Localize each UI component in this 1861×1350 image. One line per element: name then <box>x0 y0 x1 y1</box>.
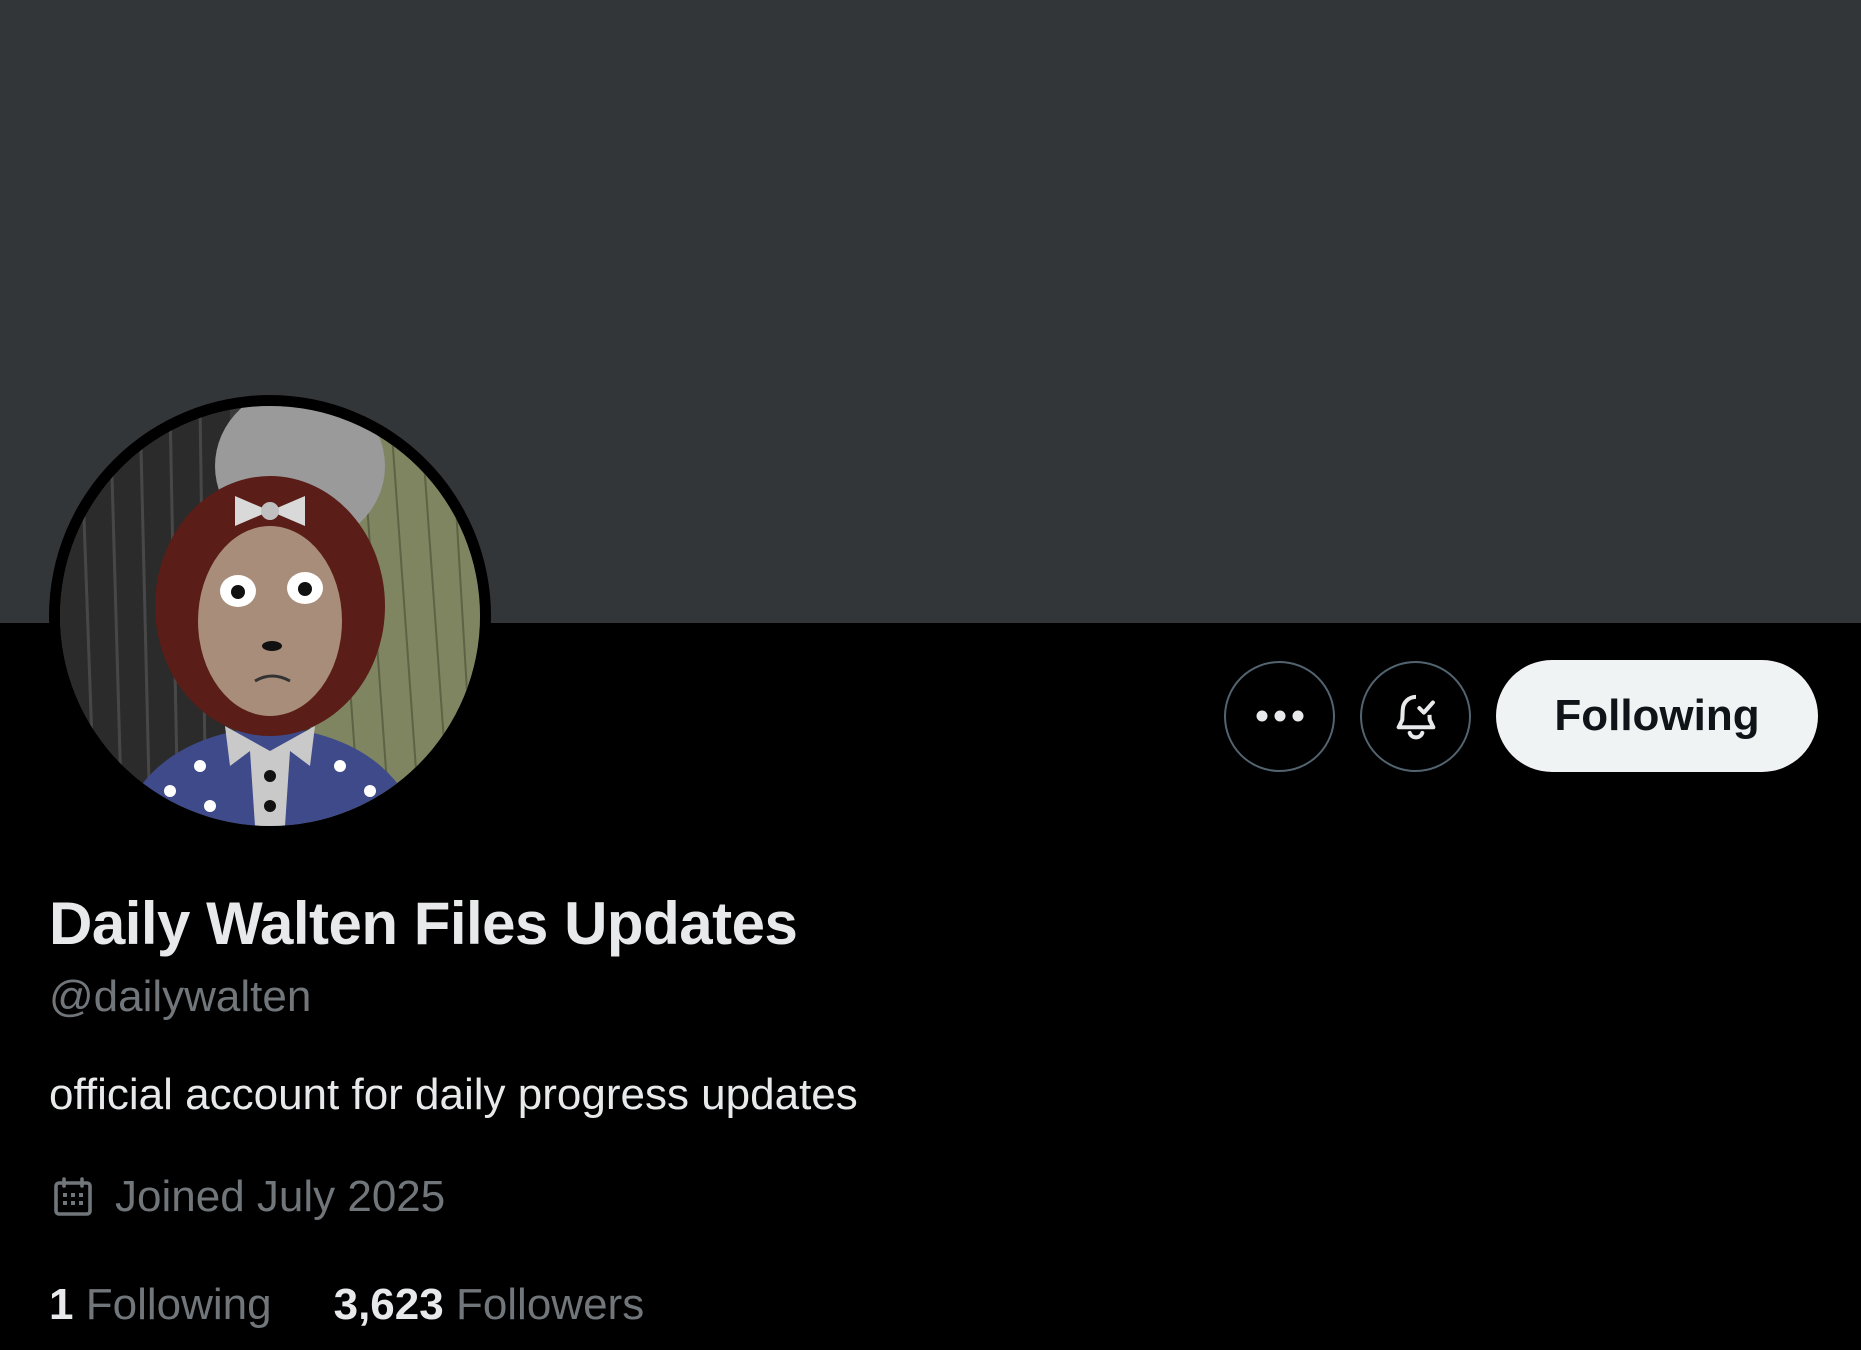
more-horizontal-icon <box>1256 710 1303 722</box>
profile-actions: Following <box>1224 660 1818 772</box>
bell-check-icon <box>1396 694 1435 740</box>
profile-page: Following Daily Walten Files Updates @da… <box>0 0 1861 1350</box>
following-button-label: Following <box>1554 691 1760 740</box>
following-count: 1 <box>49 1280 74 1329</box>
profile-handle: @dailywalten <box>49 972 312 1021</box>
followers-label: Followers <box>455 1280 645 1329</box>
following-label: Following <box>85 1280 272 1329</box>
profile-joined: Joined July 2025 <box>49 1172 445 1222</box>
following-stat-link[interactable]: 1 Following <box>49 1280 272 1330</box>
more-options-button[interactable] <box>1224 660 1335 772</box>
avatar[interactable] <box>60 406 480 826</box>
calendar-icon <box>54 1177 92 1216</box>
following-button[interactable]: Following <box>1496 660 1818 772</box>
profile-display-name: Daily Walten Files Updates <box>49 890 798 957</box>
profile-bio: official account for daily progress upda… <box>49 1070 858 1119</box>
avatar-ring <box>49 395 491 837</box>
profile-stats: 1 Following 3,623 Followers <box>49 1280 644 1330</box>
followers-count: 3,623 <box>333 1280 444 1329</box>
followers-stat-link[interactable]: 3,623 Followers <box>334 1280 645 1330</box>
notifications-button[interactable] <box>1360 660 1471 772</box>
joined-date: Joined July 2025 <box>115 1172 446 1221</box>
avatar-image <box>60 406 480 826</box>
